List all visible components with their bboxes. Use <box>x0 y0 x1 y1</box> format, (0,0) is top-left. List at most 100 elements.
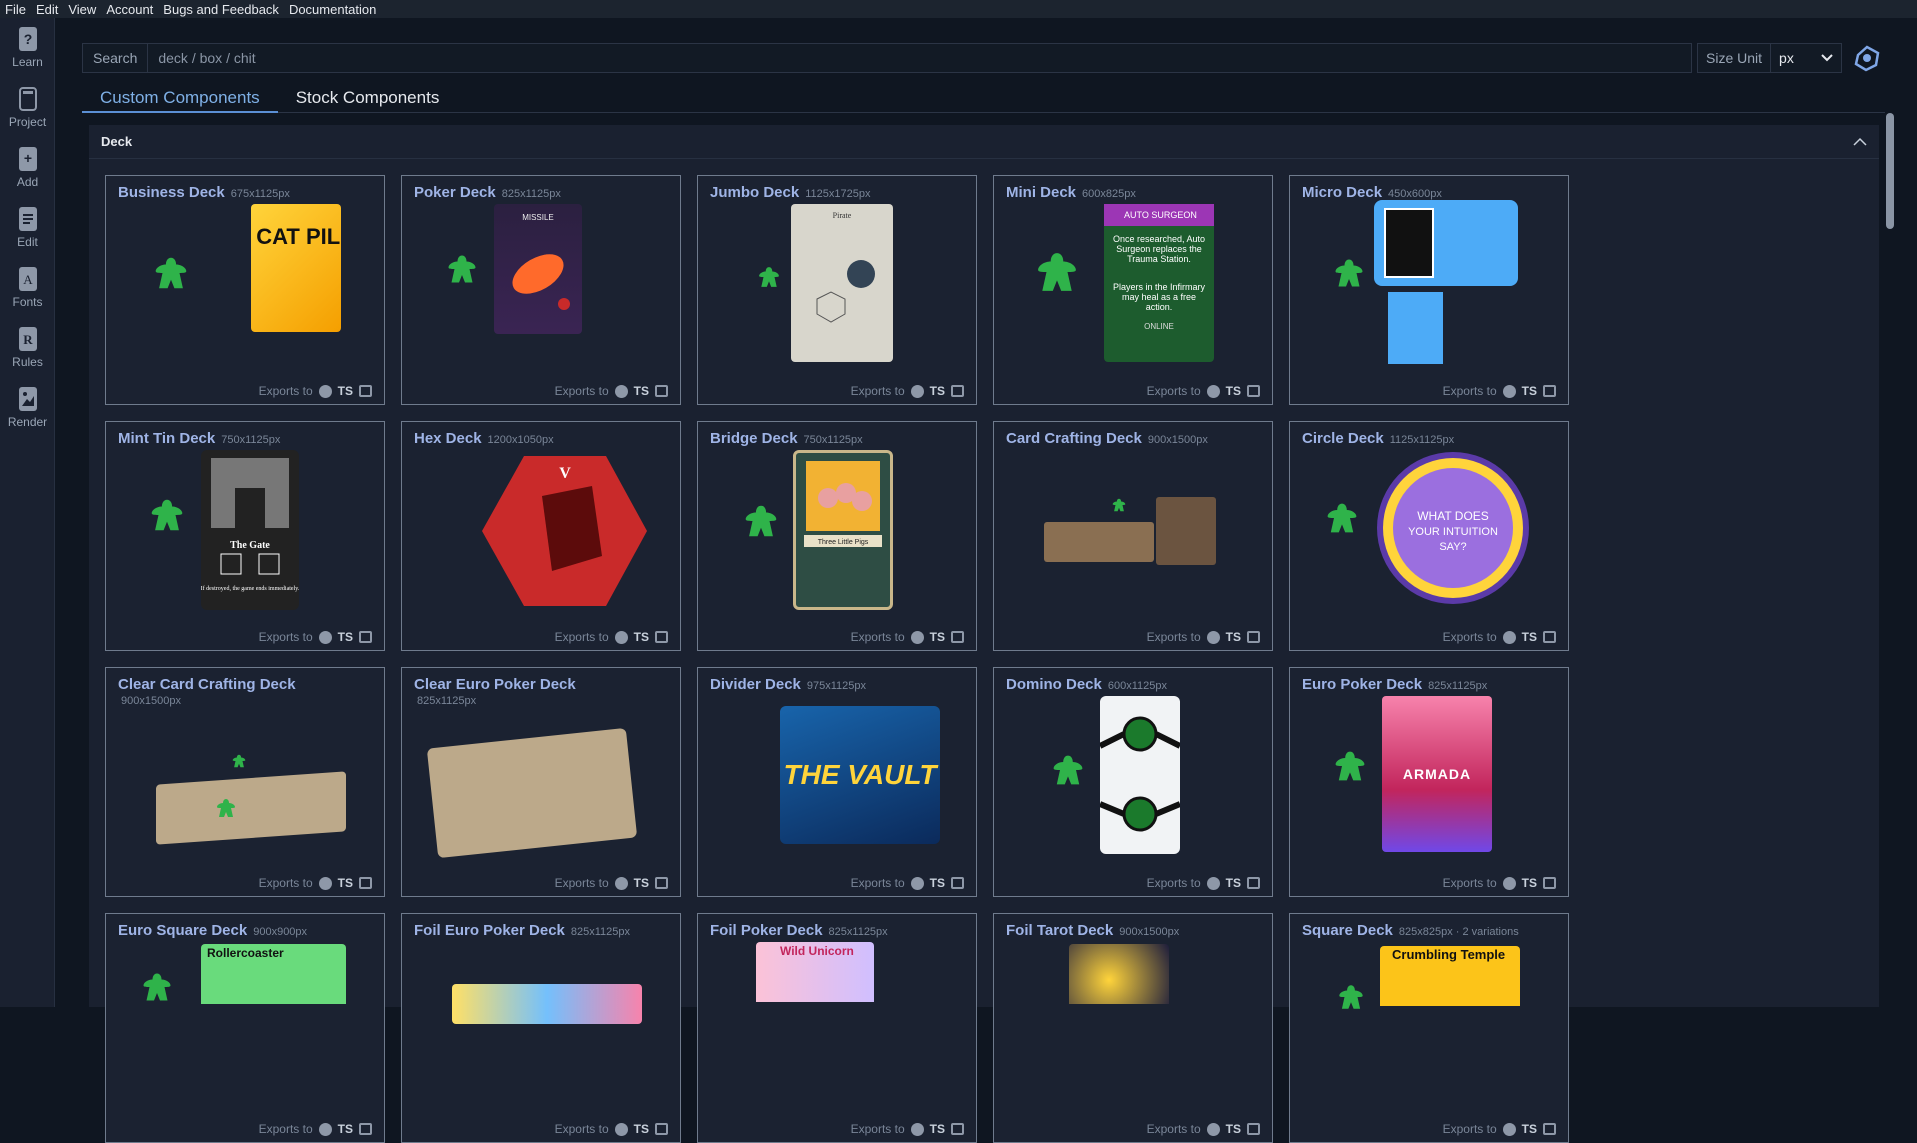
card-size: 750x1125px <box>221 434 281 446</box>
meeple-icon <box>217 799 235 817</box>
sidebar-item-project[interactable]: Project <box>0 78 55 138</box>
card-size: 975x1125px <box>806 680 867 692</box>
deck-card[interactable]: Square Deck 825x825px · 2 variations Crumb… <box>1289 913 1569 1143</box>
card-size: 825x1125px <box>828 926 888 938</box>
menu-bugs-feedback[interactable]: Bugs and Feedback <box>158 2 284 17</box>
deck-card[interactable]: Bridge Deck 750x1125px Three Little Pigs Ex… <box>697 421 977 651</box>
scroll-thumb[interactable] <box>1886 113 1894 229</box>
card-size: 825x1125px <box>570 926 631 938</box>
ts-icon: TS <box>633 630 649 644</box>
deck-card[interactable]: Micro Deck 450x600px Exports to TS <box>1289 175 1569 405</box>
sidebar-item-fonts[interactable]: A Fonts <box>0 258 55 318</box>
menu-view[interactable]: View <box>63 2 101 17</box>
exports-row: Exports to TS <box>1147 630 1260 644</box>
printer-icon <box>655 877 668 889</box>
meeple-icon <box>143 973 171 1001</box>
svg-text:?: ? <box>23 31 32 47</box>
meeple-icon <box>1335 751 1365 781</box>
sidebar-label: Fonts <box>12 295 43 309</box>
exports-row: Exports to TS <box>1443 384 1556 398</box>
svg-text:V: V <box>559 465 571 482</box>
globe-icon <box>910 630 924 644</box>
card-title: Business Deck 675x1125px <box>118 184 290 201</box>
deck-card[interactable]: Card Crafting Deck 900x1500px Exports to TS <box>993 421 1273 651</box>
deck-card[interactable]: Foil Euro Poker Deck 825x1125px Exports to… <box>401 913 681 1143</box>
scrollbar[interactable] <box>1886 113 1894 1007</box>
meeple-icon <box>448 255 476 283</box>
deck-card[interactable]: Mini Deck 600x825px AUTO SURGEON Once resea… <box>993 175 1273 405</box>
menu-edit[interactable]: Edit <box>31 2 63 17</box>
svg-text:SAY?: SAY? <box>1439 541 1466 553</box>
deck-card[interactable]: Foil Tarot Deck 900x1500px Exports to TS <box>993 913 1273 1143</box>
exports-label: Exports to <box>258 876 313 890</box>
deck-card[interactable]: Euro Poker Deck 825x1125px ARMADA Exports t… <box>1289 667 1569 897</box>
deck-card[interactable]: Hex Deck 1200x1050px V Exports to TS <box>401 421 681 651</box>
sidebar-item-rules[interactable]: R Rules <box>0 318 55 378</box>
meeple-icon <box>1112 498 1126 512</box>
card-title: Clear Card Crafting Deck 900x1500px <box>118 676 296 707</box>
exports-label: Exports to <box>1146 384 1201 398</box>
deck-card[interactable]: Jumbo Deck 1125x1725px Pirate Exports to TS <box>697 175 977 405</box>
printer-icon <box>1543 385 1556 397</box>
globe-icon <box>1206 384 1220 398</box>
card-size: 825x1125px <box>417 695 477 707</box>
meeple-icon <box>155 257 187 289</box>
printer-icon <box>1543 631 1556 643</box>
menu-documentation[interactable]: Documentation <box>284 2 381 17</box>
tab-stock-components[interactable]: Stock Components <box>278 84 458 113</box>
ts-icon: TS <box>1225 1122 1241 1136</box>
search-input[interactable]: deck / box / chit <box>148 50 255 66</box>
meeple-icon <box>232 754 246 768</box>
printer-icon <box>1247 1123 1260 1135</box>
card-title: Foil Poker Deck 825x1125px <box>710 922 888 939</box>
chevron-up-icon[interactable] <box>1853 137 1867 146</box>
deck-card[interactable]: Clear Card Crafting Deck 900x1500px Export… <box>105 667 385 897</box>
card-size: 900x900px <box>253 926 308 938</box>
printer-icon <box>951 877 964 889</box>
deck-card[interactable]: Divider Deck 975x1125px THE VAULT Exports t… <box>697 667 977 897</box>
deck-card[interactable]: Circle Deck 1125x1125px WHAT DOES YOUR INTU… <box>1289 421 1569 651</box>
exports-row: Exports to TS <box>1147 1122 1260 1136</box>
sidebar-item-add[interactable]: + Add <box>0 138 55 198</box>
deck-card[interactable]: Domino Deck 600x1125px Exports to TS <box>993 667 1273 897</box>
size-unit-select[interactable]: px <box>1771 50 1841 66</box>
sidebar-label: Add <box>16 175 39 189</box>
section-header[interactable]: Deck <box>89 125 1879 159</box>
sidebar-label: Rules <box>12 355 43 369</box>
globe-icon <box>1502 630 1516 644</box>
svg-text:WHAT DOES: WHAT DOES <box>1417 509 1489 523</box>
deck-card[interactable]: Mint Tin Deck 750x1125px The Gate If destro… <box>105 421 385 651</box>
app-logo-icon[interactable] <box>1852 43 1882 73</box>
deck-card[interactable]: Poker Deck 825x1125px MISSILE Exports to TS <box>401 175 681 405</box>
printer-icon <box>655 1123 668 1135</box>
search-field[interactable]: Search deck / box / chit <box>82 43 1692 73</box>
tab-custom-components[interactable]: Custom Components <box>82 84 278 113</box>
sidebar-item-render[interactable]: Render <box>0 378 55 438</box>
printer-icon <box>1247 631 1260 643</box>
globe-icon <box>1206 876 1220 890</box>
exports-label: Exports to <box>850 630 905 644</box>
sidebar-item-learn[interactable]: ? Learn <box>0 18 55 78</box>
printer-icon <box>1247 385 1260 397</box>
size-unit-field[interactable]: Size Unit px <box>1697 43 1842 73</box>
globe-icon <box>318 1122 332 1136</box>
exports-row: Exports to TS <box>555 384 668 398</box>
card-size: 825x1125px <box>1428 680 1488 692</box>
card-title: Micro Deck 450x600px <box>1302 184 1442 201</box>
meeple-icon <box>745 505 777 537</box>
deck-card[interactable]: Euro Square Deck 900x900px Rollercoaster Ex… <box>105 913 385 1143</box>
exports-row: Exports to TS <box>851 630 964 644</box>
deck-card[interactable]: Clear Euro Poker Deck 825x1125px Exports t… <box>401 667 681 897</box>
exports-row: Exports to TS <box>851 876 964 890</box>
exports-label: Exports to <box>1442 876 1497 890</box>
sidebar-item-edit[interactable]: Edit <box>0 198 55 258</box>
card-art-text: CAT CAT PILLAR <box>251 224 341 249</box>
sidebar-label: Project <box>8 115 47 129</box>
exports-label: Exports to <box>850 384 905 398</box>
deck-card[interactable]: Foil Poker Deck 825x1125px Wild Unicorn Exp… <box>697 913 977 1143</box>
menu-file[interactable]: File <box>0 2 31 17</box>
menu-bar: File Edit View Account Bugs and Feedback… <box>0 0 1917 18</box>
deck-card[interactable]: Business Deck675x1125px CAT CAT PILLAR Exp… <box>105 175 386 405</box>
card-title: Euro Square Deck 900x900px <box>118 922 308 939</box>
menu-account[interactable]: Account <box>101 2 158 17</box>
